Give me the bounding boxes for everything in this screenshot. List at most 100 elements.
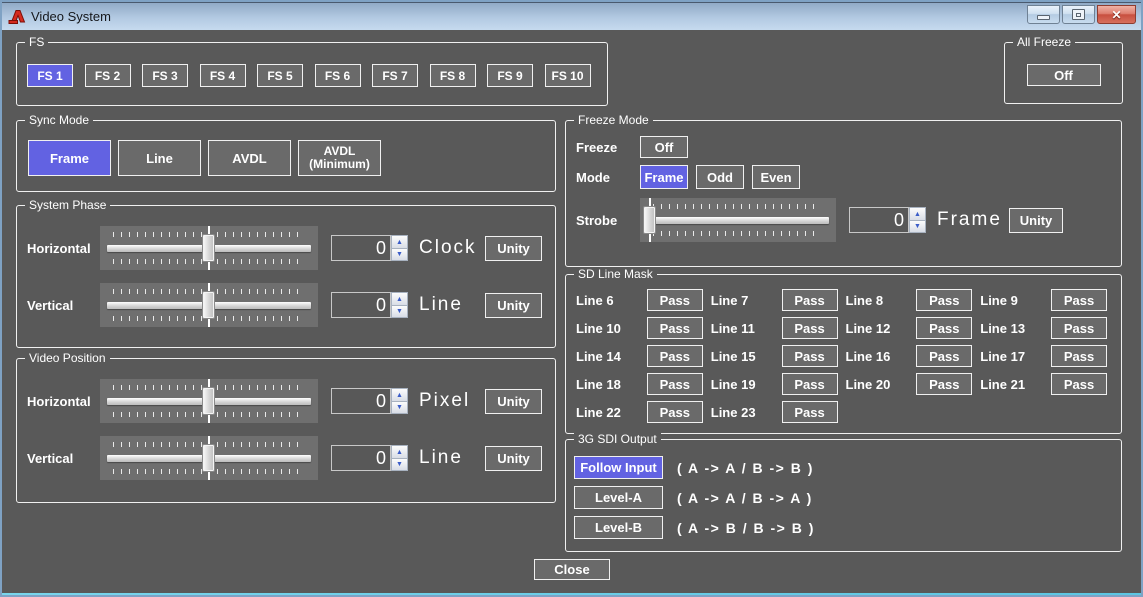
- line-mask-cell: Line 16Pass: [846, 345, 981, 367]
- unity-button[interactable]: Unity: [485, 236, 542, 261]
- row-label: Vertical: [27, 298, 100, 313]
- line-label: Line 23: [711, 405, 782, 420]
- line-mask-cell: Line 8Pass: [846, 289, 981, 311]
- line-14-pass-button[interactable]: Pass: [647, 345, 703, 367]
- value-field[interactable]: 0: [849, 207, 909, 233]
- fs-5-button[interactable]: FS 5: [257, 64, 303, 87]
- slider-thumb[interactable]: [202, 444, 215, 472]
- close-icon: ✕: [1111, 9, 1121, 21]
- fs-1-button[interactable]: FS 1: [27, 64, 73, 87]
- slider-ticks: [653, 204, 821, 209]
- level-b-button[interactable]: Level-B: [574, 516, 663, 539]
- sdi-output-group: 3G SDI Output Follow Input ( A -> A / B …: [565, 439, 1122, 552]
- mode-odd-button[interactable]: Odd: [696, 165, 744, 189]
- line-9-pass-button[interactable]: Pass: [1051, 289, 1107, 311]
- video-position-horizontal-slider[interactable]: [100, 379, 318, 423]
- slider-thumb[interactable]: [643, 206, 656, 234]
- value-field[interactable]: 0: [331, 445, 391, 471]
- line-mask-cell: Line 17Pass: [980, 345, 1115, 367]
- spin-up-button[interactable]: ▲: [910, 208, 925, 220]
- value-field[interactable]: 0: [331, 235, 391, 261]
- fs-3-button[interactable]: FS 3: [142, 64, 188, 87]
- sync-avdl-button[interactable]: AVDL: [208, 140, 291, 176]
- line-13-pass-button[interactable]: Pass: [1051, 317, 1107, 339]
- unit-label: Pixel: [419, 390, 485, 412]
- line-17-pass-button[interactable]: Pass: [1051, 345, 1107, 367]
- line-10-pass-button[interactable]: Pass: [647, 317, 703, 339]
- sync-avdl-minimum-button[interactable]: AVDL (Minimum): [298, 140, 381, 176]
- line-6-pass-button[interactable]: Pass: [647, 289, 703, 311]
- slider-thumb[interactable]: [202, 291, 215, 319]
- routing-description: ( A -> B / B -> B ): [677, 520, 815, 536]
- level-a-button[interactable]: Level-A: [574, 486, 663, 509]
- line-mask-cell: Line 13Pass: [980, 317, 1115, 339]
- line-7-pass-button[interactable]: Pass: [782, 289, 838, 311]
- line-22-pass-button[interactable]: Pass: [647, 401, 703, 423]
- fs-2-button[interactable]: FS 2: [85, 64, 131, 87]
- line-label: Line 18: [576, 377, 647, 392]
- line-11-pass-button[interactable]: Pass: [782, 317, 838, 339]
- fs-8-button[interactable]: FS 8: [430, 64, 476, 87]
- minimize-button[interactable]: [1027, 5, 1060, 24]
- follow-input-button[interactable]: Follow Input: [574, 456, 663, 479]
- value-field[interactable]: 0: [331, 388, 391, 414]
- all-freeze-group: All Freeze Off: [1004, 42, 1123, 104]
- line-mask-cell: Line 21Pass: [980, 373, 1115, 395]
- line-mask-cell: Line 12Pass: [846, 317, 981, 339]
- spin-up-button[interactable]: ▲: [392, 236, 407, 248]
- fs-4-button[interactable]: FS 4: [200, 64, 246, 87]
- line-mask-cell: Line 11Pass: [711, 317, 846, 339]
- value-field[interactable]: 0: [331, 292, 391, 318]
- unity-button[interactable]: Unity: [485, 446, 542, 471]
- unity-button[interactable]: Unity: [485, 389, 542, 414]
- line-16-pass-button[interactable]: Pass: [916, 345, 972, 367]
- slider-thumb[interactable]: [202, 234, 215, 262]
- mode-even-button[interactable]: Even: [752, 165, 800, 189]
- line-mask-cell: Line 22Pass: [576, 401, 711, 423]
- fs-10-button[interactable]: FS 10: [545, 64, 591, 87]
- system-phase-group-label: System Phase: [25, 198, 110, 213]
- spin-down-button[interactable]: ▼: [392, 401, 407, 413]
- sync-frame-button[interactable]: Frame: [28, 140, 111, 176]
- fs-9-button[interactable]: FS 9: [487, 64, 533, 87]
- spin-down-button[interactable]: ▼: [392, 248, 407, 260]
- fs-6-button[interactable]: FS 6: [315, 64, 361, 87]
- freeze-off-button[interactable]: Off: [640, 136, 688, 158]
- sync-mode-button-row: Frame Line AVDL AVDL (Minimum): [17, 121, 555, 176]
- line-21-pass-button[interactable]: Pass: [1051, 373, 1107, 395]
- slider-ticks: [653, 231, 821, 236]
- sync-line-button[interactable]: Line: [118, 140, 201, 176]
- unity-button[interactable]: Unity: [1009, 208, 1063, 233]
- spin-down-button[interactable]: ▼: [392, 305, 407, 317]
- line-label: Line 6: [576, 293, 647, 308]
- line-15-pass-button[interactable]: Pass: [782, 345, 838, 367]
- system-phase-vertical-slider[interactable]: [100, 283, 318, 327]
- line-20-pass-button[interactable]: Pass: [916, 373, 972, 395]
- line-label: Line 14: [576, 349, 647, 364]
- all-freeze-off-button[interactable]: Off: [1027, 64, 1101, 86]
- line-19-pass-button[interactable]: Pass: [782, 373, 838, 395]
- maximize-button[interactable]: [1062, 5, 1095, 24]
- spin-up-button[interactable]: ▲: [392, 389, 407, 401]
- spin-down-button[interactable]: ▼: [392, 458, 407, 470]
- system-phase-horizontal-slider[interactable]: [100, 226, 318, 270]
- strobe-slider[interactable]: [640, 198, 836, 242]
- window-close-button[interactable]: ✕: [1097, 5, 1136, 24]
- close-dialog-button[interactable]: Close: [534, 559, 610, 580]
- spin-down-button[interactable]: ▼: [910, 220, 925, 232]
- line-mask-cell: Line 19Pass: [711, 373, 846, 395]
- line-23-pass-button[interactable]: Pass: [782, 401, 838, 423]
- slider-thumb[interactable]: [202, 387, 215, 415]
- window-bottom-edge: [2, 593, 1141, 595]
- line-8-pass-button[interactable]: Pass: [916, 289, 972, 311]
- mode-frame-button[interactable]: Frame: [640, 165, 688, 189]
- fs-7-button[interactable]: FS 7: [372, 64, 418, 87]
- unity-button[interactable]: Unity: [485, 293, 542, 318]
- freeze-row: Freeze Off: [576, 136, 1121, 158]
- spin-up-button[interactable]: ▲: [392, 446, 407, 458]
- line-12-pass-button[interactable]: Pass: [916, 317, 972, 339]
- line-18-pass-button[interactable]: Pass: [647, 373, 703, 395]
- video-position-vertical-slider[interactable]: [100, 436, 318, 480]
- spin-up-button[interactable]: ▲: [392, 293, 407, 305]
- line-mask-cell: Line 20Pass: [846, 373, 981, 395]
